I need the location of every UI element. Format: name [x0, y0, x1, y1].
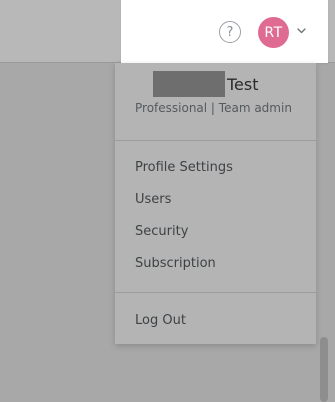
menu-divider: [115, 292, 316, 293]
avatar[interactable]: RT: [258, 17, 289, 48]
user-info: Test Professional | Team admin: [115, 63, 316, 133]
user-name-row: Test: [153, 71, 259, 97]
account-dropdown-menu: Test Professional | Team admin Profile S…: [115, 63, 316, 344]
header-dimmed-edge: [328, 0, 335, 63]
menu-item-users[interactable]: Users: [135, 192, 171, 207]
redacted-name-block: [153, 71, 225, 97]
question-circle-icon: ?: [226, 24, 234, 40]
avatar-initials: RT: [264, 24, 283, 41]
scrollbar-thumb[interactable]: [320, 337, 328, 402]
user-name: Test: [227, 74, 259, 94]
app-screen: ? RT Test Professional | Team admin Prof…: [0, 0, 335, 402]
help-button[interactable]: ?: [219, 21, 241, 43]
menu-divider: [115, 140, 316, 141]
chevron-down-icon[interactable]: [296, 25, 307, 36]
menu-item-security[interactable]: Security: [135, 224, 188, 239]
menu-item-subscription[interactable]: Subscription: [135, 256, 216, 271]
header-dimmed-area: [0, 0, 121, 63]
logout-button[interactable]: Log Out: [135, 313, 186, 328]
menu-item-profile-settings[interactable]: Profile Settings: [135, 160, 233, 175]
plan-label: Professional | Team admin: [135, 101, 292, 115]
